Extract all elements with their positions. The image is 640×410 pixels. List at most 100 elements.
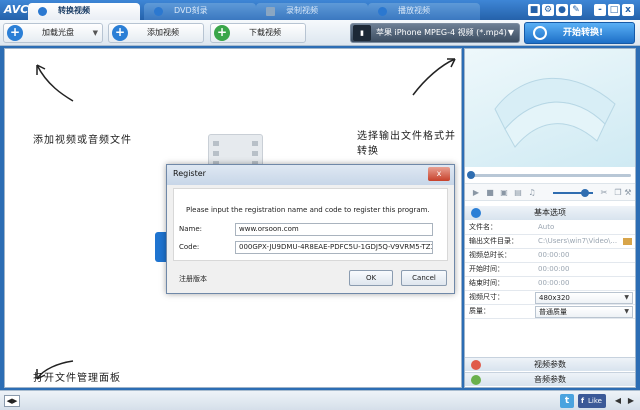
video-params-icon bbox=[471, 360, 481, 370]
folder-icon[interactable] bbox=[623, 238, 632, 245]
volume-knob[interactable] bbox=[581, 189, 589, 197]
progress-knob[interactable] bbox=[467, 171, 475, 179]
snapshot-icon[interactable]: ▣ bbox=[499, 188, 509, 198]
refresh-icon bbox=[533, 26, 547, 40]
record-icon bbox=[266, 7, 275, 16]
arrow-up-right-icon bbox=[412, 58, 456, 96]
option-value: 00:00:00 bbox=[538, 251, 570, 259]
option-value[interactable]: C:\Users\win7\Video\... bbox=[538, 235, 620, 248]
disc-plus-icon: + bbox=[7, 25, 23, 41]
basic-options-icon bbox=[471, 208, 481, 218]
tab-dvd-burn[interactable]: DVD刻录 bbox=[144, 3, 256, 20]
toggle-file-panel-button[interactable]: ◀▶ bbox=[4, 395, 20, 407]
code-label: Code: bbox=[179, 243, 200, 251]
convert-label: 开始转换! bbox=[563, 28, 604, 38]
prev-arrow-icon[interactable]: ◀ bbox=[612, 395, 624, 407]
basic-options-header[interactable]: 基本选项 bbox=[465, 206, 635, 220]
settings-icon[interactable]: ⚙ bbox=[542, 4, 554, 16]
close-button[interactable]: x bbox=[622, 4, 634, 16]
status-bar: ◀▶ t f Like ◀ ▶ bbox=[0, 390, 640, 410]
option-row-quality: 质量： 普通质量 ▼ bbox=[465, 305, 635, 319]
add-video-label: 添加视频 bbox=[147, 28, 179, 37]
ok-button[interactable]: OK bbox=[349, 270, 393, 286]
audio-params-section[interactable]: 音频参数 bbox=[465, 372, 635, 386]
stop-icon[interactable]: ■ bbox=[485, 188, 495, 198]
tab-label: 播放视频 bbox=[398, 6, 430, 15]
film-reel-icon bbox=[494, 77, 616, 148]
tab-label: 录制视频 bbox=[286, 6, 318, 15]
playback-progress-slider[interactable] bbox=[465, 171, 635, 179]
add-video-button[interactable]: + 添加视频 bbox=[108, 23, 204, 43]
phone-format-icon: ▮ bbox=[353, 25, 371, 41]
tab-play-video[interactable]: 播放视频 bbox=[368, 3, 480, 20]
add-disc-button[interactable]: + 加载光盘 ▼ bbox=[3, 23, 103, 43]
audio-params-icon bbox=[471, 375, 481, 385]
play-icon[interactable]: ▶ bbox=[471, 188, 481, 198]
dialog-close-button[interactable]: x bbox=[428, 167, 450, 181]
cancel-button[interactable]: Cancel bbox=[401, 270, 447, 286]
tab-convert-video[interactable]: 转换视频 bbox=[28, 3, 140, 20]
play-icon bbox=[378, 7, 387, 16]
skin-icon[interactable]: ✎ bbox=[570, 4, 582, 16]
name-field[interactable]: www.orsoon.com bbox=[235, 223, 433, 236]
dvd-icon bbox=[154, 7, 163, 16]
audio-params-label: 音频参数 bbox=[534, 375, 566, 384]
chevron-down-icon: ▼ bbox=[624, 308, 629, 315]
arrow-up-left-icon bbox=[36, 64, 74, 102]
edit-icon[interactable]: ❐ bbox=[613, 188, 623, 198]
option-key: 结束时间： bbox=[469, 279, 504, 287]
basic-options-label: 基本选项 bbox=[534, 208, 566, 217]
register-version-label: 注册版本 bbox=[179, 275, 207, 283]
convert-button[interactable]: 开始转换! bbox=[524, 22, 635, 44]
maximize-button[interactable]: □ bbox=[608, 4, 620, 16]
tab-record-video[interactable]: 录制视频 bbox=[256, 3, 368, 20]
preview-area bbox=[465, 49, 635, 167]
video-size-value: 480x320 bbox=[539, 294, 570, 302]
output-format-select[interactable]: ▮ 苹果 iPhone MPEG-4 视频 (*.mp4) ▼ bbox=[350, 23, 520, 43]
option-key: 输出文件目录： bbox=[469, 237, 518, 245]
hint-choose-format: 选择输出文件格式并转换 bbox=[357, 131, 456, 157]
video-size-select[interactable]: 480x320 ▼ bbox=[535, 292, 633, 304]
quality-select[interactable]: 普通质量 ▼ bbox=[535, 306, 633, 318]
right-panel: ▶ ■ ▣ ▤ ♫ ✂ ❐ ⚒ 基本选项 文件名： Auto 输出文件目录： C… bbox=[464, 48, 636, 388]
chevron-down-icon: ▼ bbox=[92, 29, 98, 37]
volume-icon[interactable]: ♫ bbox=[527, 188, 537, 198]
dialog-message: Please input the registration name and c… bbox=[186, 206, 430, 214]
frame-icon[interactable]: ▤ bbox=[513, 188, 523, 198]
hint-add-files: 添加视频或音频文件 bbox=[33, 135, 132, 146]
option-row-duration: 视频总时长： 00:00:00 bbox=[465, 249, 635, 263]
option-value[interactable]: 00:00:00 bbox=[538, 277, 569, 290]
option-key: 质量： bbox=[469, 307, 490, 315]
account-icon[interactable]: ■ bbox=[528, 4, 540, 16]
register-dialog: Register x Please input the registration… bbox=[166, 164, 455, 294]
add-disc-label: 加载光盘 bbox=[42, 28, 74, 37]
twitter-icon[interactable]: t bbox=[560, 394, 574, 408]
option-key: 视频总时长： bbox=[469, 251, 511, 259]
code-field[interactable]: 000GPX-JU9DMU-4R8EAE-PDFC5U-1GDJ5Q-V9VRM… bbox=[235, 241, 433, 254]
quality-value: 普通质量 bbox=[539, 308, 567, 316]
minimize-button[interactable]: - bbox=[594, 4, 606, 16]
next-arrow-icon[interactable]: ▶ bbox=[625, 395, 637, 407]
download-plus-icon: + bbox=[214, 25, 230, 41]
facebook-like-button[interactable]: f Like bbox=[578, 394, 606, 408]
title-bar: AVC 转换视频 DVD刻录 录制视频 播放视频 ■ ⚙ ● ✎ - □ x bbox=[0, 0, 640, 20]
crop-icon[interactable]: ✂ bbox=[599, 188, 609, 198]
option-value[interactable]: Auto bbox=[538, 221, 554, 234]
hint-open-file-panel: 打开文件管理面板 bbox=[33, 373, 121, 384]
chevron-down-icon: ▼ bbox=[624, 294, 629, 301]
download-video-button[interactable]: + 下载视频 bbox=[210, 23, 306, 43]
dialog-title-bar: Register x bbox=[167, 165, 454, 185]
tab-label: 转换视频 bbox=[58, 6, 90, 15]
video-params-section[interactable]: 视频参数 bbox=[465, 357, 635, 371]
option-key: 文件名： bbox=[469, 223, 497, 231]
toolbar: + 加载光盘 ▼ + 添加视频 + 下载视频 ▮ 苹果 iPhone MPEG-… bbox=[0, 20, 640, 46]
dialog-title: Register bbox=[173, 169, 206, 178]
chevron-down-icon: ▼ bbox=[507, 28, 514, 37]
facebook-icon: f bbox=[581, 397, 585, 405]
option-row-video-size: 视频尺寸： 480x320 ▼ bbox=[465, 291, 635, 305]
video-plus-icon: + bbox=[112, 25, 128, 41]
option-value[interactable]: 00:00:00 bbox=[538, 263, 569, 276]
help-icon[interactable]: ● bbox=[556, 4, 568, 16]
tools-icon[interactable]: ⚒ bbox=[623, 188, 633, 198]
option-row-start-time: 开始时间： 00:00:00 bbox=[465, 263, 635, 277]
